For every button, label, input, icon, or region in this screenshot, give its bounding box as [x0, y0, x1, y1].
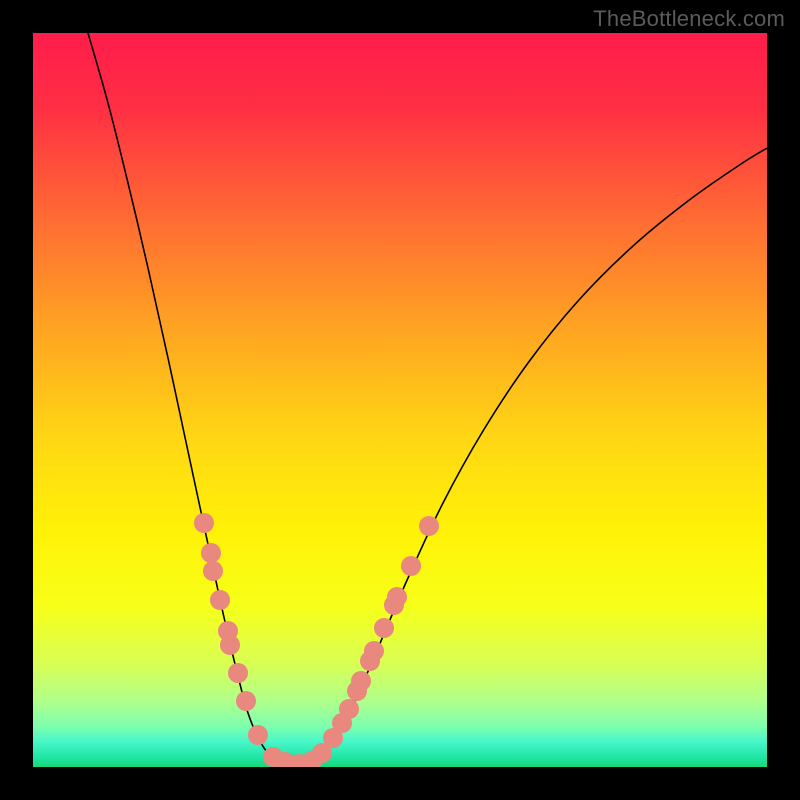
data-point — [220, 635, 240, 655]
data-point — [194, 513, 214, 533]
data-point — [210, 590, 230, 610]
data-point — [228, 663, 248, 683]
plot-area — [33, 33, 767, 767]
chart-frame: TheBottleneck.com — [0, 0, 800, 800]
data-point — [339, 699, 359, 719]
data-point — [351, 671, 371, 691]
data-point — [203, 561, 223, 581]
watermark-text: TheBottleneck.com — [593, 6, 785, 32]
data-point — [364, 641, 384, 661]
data-point — [248, 725, 268, 745]
left-curve — [88, 33, 303, 764]
data-point — [419, 516, 439, 536]
left-dots — [194, 513, 322, 767]
data-point — [387, 587, 407, 607]
chart-svg — [33, 33, 767, 767]
data-point — [236, 691, 256, 711]
data-point — [401, 556, 421, 576]
data-point — [374, 618, 394, 638]
data-point — [201, 543, 221, 563]
right-curve — [303, 148, 767, 764]
